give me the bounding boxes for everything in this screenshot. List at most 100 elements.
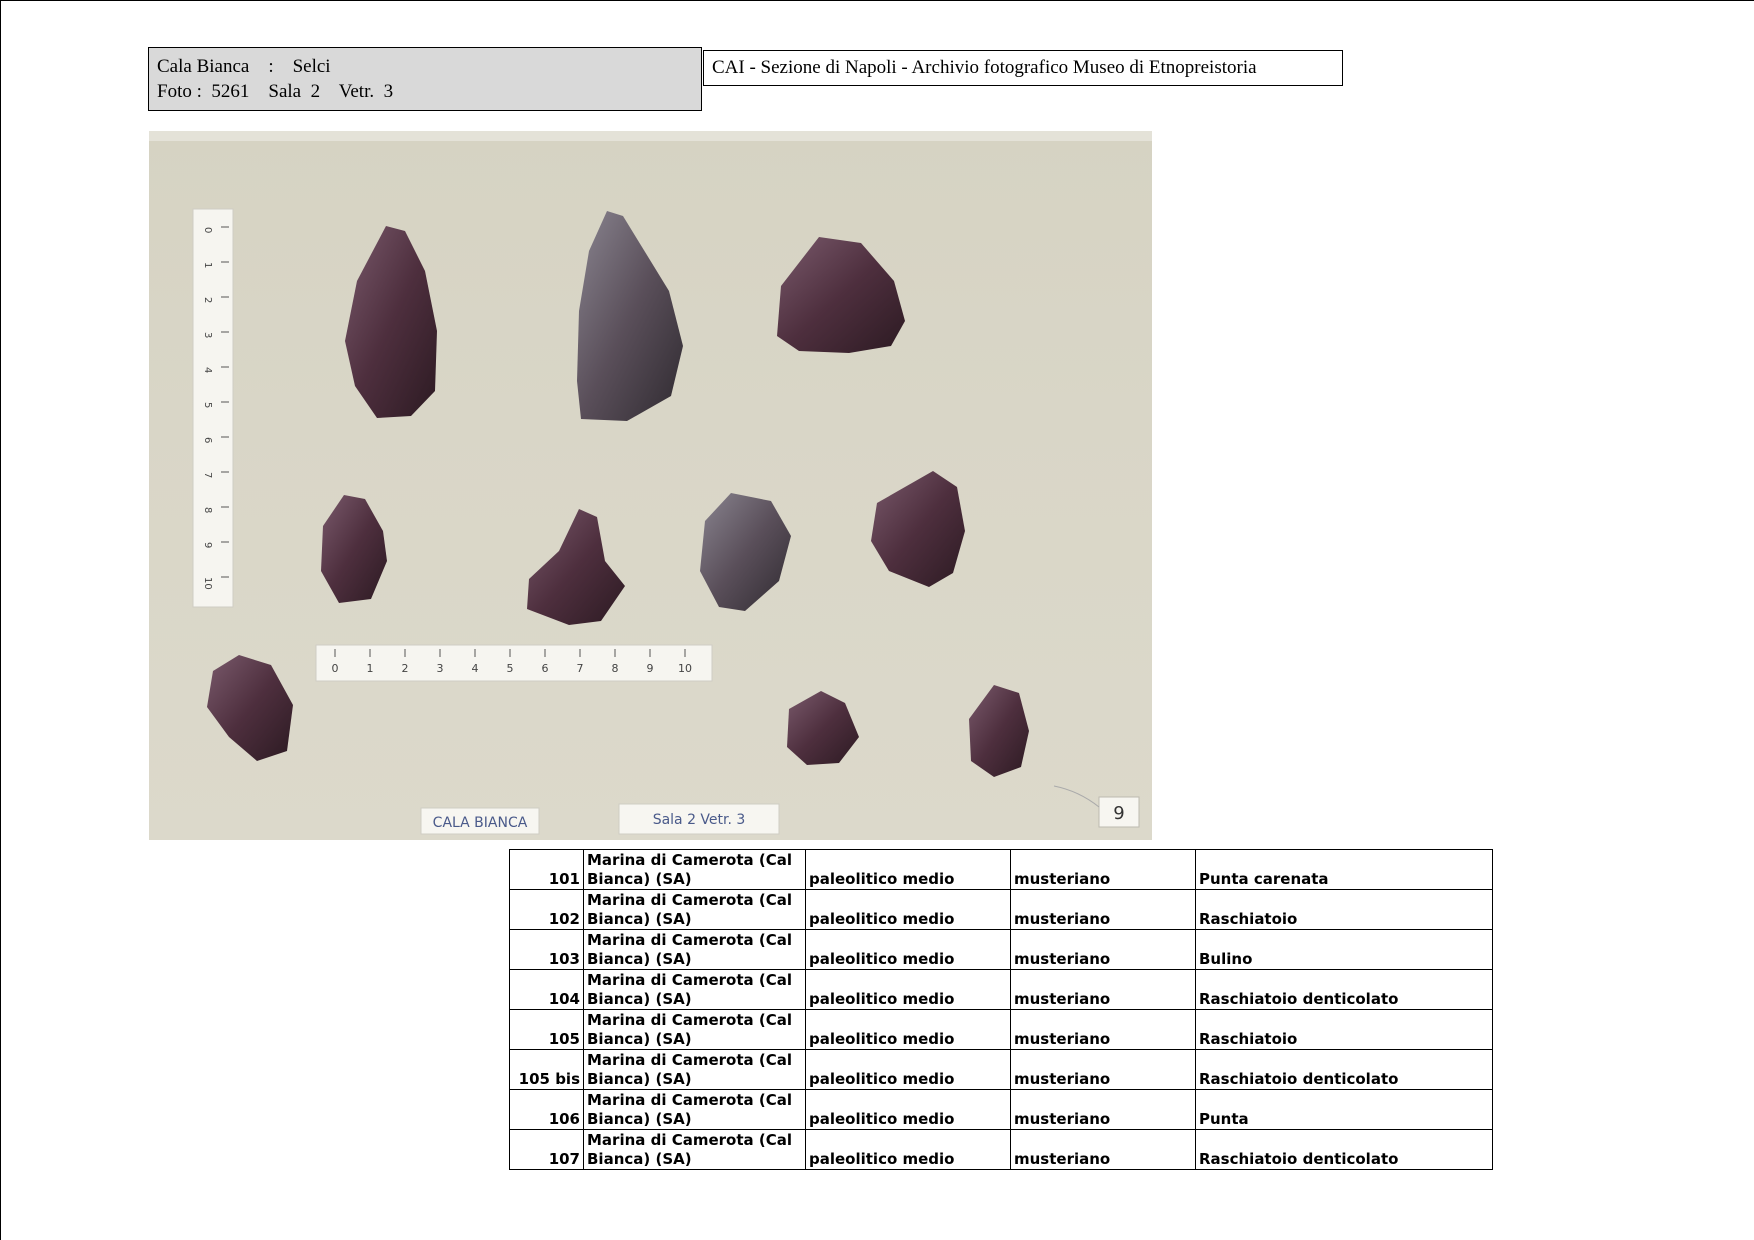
ruler-tick-label: 1 — [202, 262, 213, 268]
ruler-tick-label: 7 — [577, 662, 584, 675]
catalog-number: 101 — [509, 849, 584, 890]
artifact-105 — [527, 509, 625, 625]
catalog-site-line-1: Marina di Camerota (Cal — [587, 1051, 792, 1069]
table-row: 102 Marina di Camerota (Cal Bianca) (SA) pa… — [509, 889, 1493, 930]
catalog-culture: musteriano — [1010, 1129, 1196, 1170]
ruler-tick-label: 5 — [507, 662, 514, 675]
table-row: 105 Marina di Camerota (Cal Bianca) (SA) pa… — [509, 1009, 1493, 1050]
ruler-tick-label: 10 — [202, 577, 213, 590]
vertical-ruler: 0 1 2 3 4 5 6 7 8 9 10 — [192, 208, 234, 608]
catalog-site-line-2: Bianca) (SA) — [587, 870, 692, 888]
catalog-culture: musteriano — [1010, 929, 1196, 970]
catalog-site-line-2: Bianca) (SA) — [587, 1070, 692, 1088]
artifact-103 — [777, 237, 905, 353]
catalog-type: Raschiatoio denticolato — [1195, 1129, 1493, 1170]
catalog-period: paleolitico medio — [805, 889, 1011, 930]
catalog-culture: musteriano — [1010, 849, 1196, 890]
ruler-tick-label: 5 — [202, 402, 213, 408]
catalog-site-line-2: Bianca) (SA) — [587, 1110, 692, 1128]
ruler-tick-label: 1 — [367, 662, 374, 675]
catalog-number: 105 — [509, 1009, 584, 1050]
ruler-tick-label: 0 — [202, 227, 213, 233]
record-label-line-2: Foto : 5261 Sala 2 Vetr. 3 — [157, 81, 394, 102]
catalog-site-line-2: Bianca) (SA) — [587, 1030, 692, 1048]
catalog-type: Punta carenata — [1195, 849, 1493, 890]
catalog-site-line-2: Bianca) (SA) — [587, 950, 692, 968]
ruler-tick-label: 4 — [202, 367, 213, 373]
artifact-108 — [787, 691, 859, 765]
catalog-period: paleolitico medio — [805, 929, 1011, 970]
catalog-type: Raschiatoio — [1195, 1009, 1493, 1050]
catalog-type: Raschiatoio — [1195, 889, 1493, 930]
page-border-left — [0, 0, 1, 1240]
number-tag: 9 — [1053, 785, 1140, 828]
artifact-photo-svg: 0 1 2 3 4 5 6 7 8 9 10 0 1 2 3 4 5 6 7 8 9 10 CALA BIANCA Sa… — [149, 131, 1152, 835]
catalog-site-line-2: Bianca) (SA) — [587, 910, 692, 928]
ruler-tick-label: 6 — [542, 662, 549, 675]
table-row: 105 bis Marina di Camerota (Cal Bianca) (S… — [509, 1049, 1493, 1090]
catalog-period: paleolitico medio — [805, 1009, 1011, 1050]
catalog-type: Raschiatoio denticolato — [1195, 969, 1493, 1010]
catalog-culture: musteriano — [1010, 969, 1196, 1010]
ruler-tick-label: 8 — [202, 507, 213, 513]
table-row: 106 Marina di Camerota (Cal Bianca) (SA) pa… — [509, 1089, 1493, 1130]
artifact-107 — [207, 655, 293, 761]
table-row: 103 Marina di Camerota (Cal Bianca) (SA) pa… — [509, 929, 1493, 970]
ruler-tick-label: 9 — [647, 662, 654, 675]
catalog-period: paleolitico medio — [805, 1089, 1011, 1130]
catalog-type: Punta — [1195, 1089, 1493, 1130]
ruler-tick-label: 4 — [472, 662, 479, 675]
svg-text:CALA BIANCA: CALA BIANCA — [433, 815, 528, 831]
catalog-culture: musteriano — [1010, 1049, 1196, 1090]
catalog-site: Marina di Camerota (Cal Bianca) (SA) — [583, 1129, 806, 1170]
catalog-site: Marina di Camerota (Cal Bianca) (SA) — [583, 1049, 806, 1090]
catalog-site-line-1: Marina di Camerota (Cal — [587, 1011, 792, 1029]
catalog-number: 104 — [509, 969, 584, 1010]
glass-edge — [149, 131, 1152, 141]
catalog-period: paleolitico medio — [805, 969, 1011, 1010]
horizontal-ruler: 0 1 2 3 4 5 6 7 8 9 10 — [315, 644, 713, 682]
catalog-number: 105 bis — [509, 1049, 584, 1090]
artifact-photo: 0 1 2 3 4 5 6 7 8 9 10 0 1 2 3 4 5 6 7 8 9 10 CALA BIANCA Sa… — [149, 131, 1152, 840]
ruler-tick-label: 0 — [332, 662, 339, 675]
artifact-109 — [969, 685, 1029, 777]
card-site: CALA BIANCA — [420, 807, 540, 835]
catalog-site: Marina di Camerota (Cal Bianca) (SA) — [583, 969, 806, 1010]
ruler-tick-label: 10 — [678, 662, 692, 675]
catalog-type: Raschiatoio denticolato — [1195, 1049, 1493, 1090]
catalog-site-line-1: Marina di Camerota (Cal — [587, 851, 792, 869]
catalog-site-line-1: Marina di Camerota (Cal — [587, 971, 792, 989]
catalog-site-line-2: Bianca) (SA) — [587, 990, 692, 1008]
page-border-top — [0, 0, 1754, 1]
ruler-tick-label: 3 — [202, 332, 213, 338]
record-label-line-1: Cala Bianca : Selci — [157, 56, 331, 77]
ruler-tick-label: 2 — [202, 297, 213, 303]
artifact-101 — [345, 226, 437, 418]
catalog-period: paleolitico medio — [805, 1129, 1011, 1170]
artifact-104 — [321, 495, 387, 603]
artifact-105-bis — [700, 493, 791, 611]
catalog-site-line-1: Marina di Camerota (Cal — [587, 891, 792, 909]
svg-text:Sala 2 Vetr. 3: Sala 2 Vetr. 3 — [653, 812, 746, 828]
artifact-106 — [871, 471, 965, 587]
ruler-tick-label: 8 — [612, 662, 619, 675]
ruler-tick-label: 7 — [202, 472, 213, 478]
catalog-number: 102 — [509, 889, 584, 930]
table-row: 104 Marina di Camerota (Cal Bianca) (SA) pa… — [509, 969, 1493, 1010]
catalog-site: Marina di Camerota (Cal Bianca) (SA) — [583, 849, 806, 890]
ruler-tick-label: 3 — [437, 662, 444, 675]
catalog-site-line-1: Marina di Camerota (Cal — [587, 1131, 792, 1149]
table-row: 101 Marina di Camerota (Cal Bianca) (SA) pa… — [509, 849, 1493, 890]
catalog-number: 106 — [509, 1089, 584, 1130]
catalog-site-line-1: Marina di Camerota (Cal — [587, 931, 792, 949]
archive-header: CAI - Sezione di Napoli - Archivio fotog… — [703, 50, 1343, 86]
ruler-tick-label: 9 — [202, 542, 213, 548]
ruler-tick-label: 2 — [402, 662, 409, 675]
catalog-site: Marina di Camerota (Cal Bianca) (SA) — [583, 889, 806, 930]
catalog-table: 101 Marina di Camerota (Cal Bianca) (SA) pa… — [509, 849, 1493, 1170]
catalog-site: Marina di Camerota (Cal Bianca) (SA) — [583, 1089, 806, 1130]
catalog-type: Bulino — [1195, 929, 1493, 970]
svg-text:9: 9 — [1113, 803, 1124, 824]
artifact-102 — [577, 211, 683, 421]
catalog-site: Marina di Camerota (Cal Bianca) (SA) — [583, 1009, 806, 1050]
